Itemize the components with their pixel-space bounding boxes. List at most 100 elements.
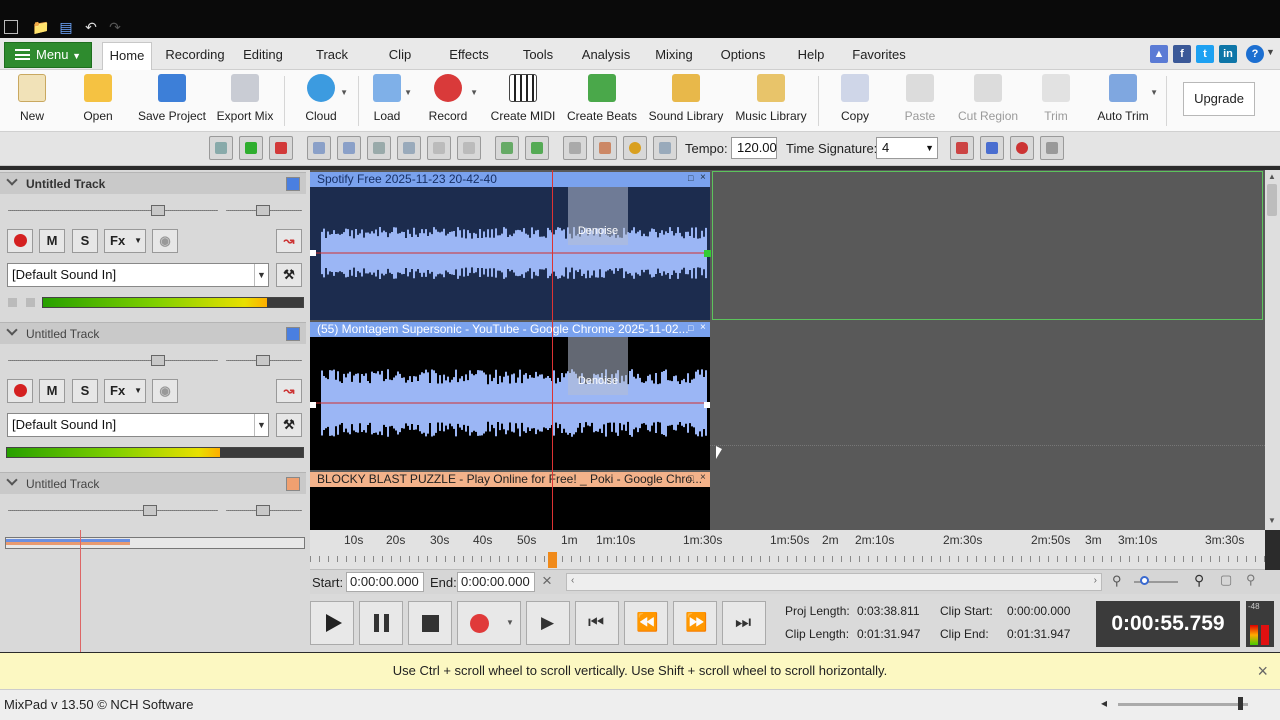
- vertical-scrollbar[interactable]: ▲ ▼: [1265, 170, 1280, 530]
- tab-options[interactable]: Options: [716, 42, 770, 70]
- denoise-overlay[interactable]: Denoise: [568, 187, 628, 245]
- master-volume-knob[interactable]: [1238, 697, 1243, 710]
- lock-icon[interactable]: □: [688, 323, 693, 333]
- scroll-right-icon[interactable]: ›: [1094, 575, 1097, 586]
- solo-button[interactable]: S: [72, 229, 98, 253]
- clip-handle[interactable]: [310, 402, 316, 408]
- zoom-fit-icon[interactable]: ▢: [1220, 572, 1232, 588]
- track-color-swatch[interactable]: [286, 327, 300, 341]
- playhead-marker[interactable]: [548, 552, 557, 568]
- open-folder-icon[interactable]: 📁: [32, 18, 50, 36]
- track-title[interactable]: Untitled Track: [26, 477, 99, 491]
- monitor-headphones-icon[interactable]: ◉: [152, 229, 178, 253]
- clip-waveform[interactable]: [310, 487, 710, 530]
- facebook-icon[interactable]: f: [1173, 45, 1191, 63]
- stop-button[interactable]: [408, 601, 452, 645]
- track-header[interactable]: Untitled Track: [0, 472, 306, 494]
- create-midi-button[interactable]: Create MIDI: [490, 74, 556, 130]
- zoom-slider-knob[interactable]: [1140, 576, 1149, 585]
- pan-knob[interactable]: [256, 505, 270, 516]
- fx-button[interactable]: Fx ▼: [104, 229, 146, 253]
- clip-waveform[interactable]: [310, 337, 710, 470]
- zoom-in-icon[interactable]: ⚲: [1194, 572, 1204, 589]
- load-button[interactable]: Load ▼: [372, 74, 412, 130]
- input-settings-wrench-icon[interactable]: ⚒: [276, 413, 302, 437]
- arm-record-button[interactable]: [7, 379, 33, 403]
- unlink-icon[interactable]: [457, 136, 481, 160]
- scrub-button[interactable]: ▶: [526, 601, 570, 645]
- close-clip-icon[interactable]: ×: [700, 322, 706, 333]
- track-header[interactable]: Untitled Track: [0, 172, 306, 194]
- remove-track-icon[interactable]: [269, 136, 293, 160]
- clip-title[interactable]: BLOCKY BLAST PUZZLE - Play Online for Fr…: [310, 472, 710, 487]
- solo-button[interactable]: S: [72, 379, 98, 403]
- close-hint-icon[interactable]: ×: [1257, 653, 1268, 689]
- volume-speaker-icon[interactable]: ◂: [1101, 696, 1107, 710]
- arm-record-button[interactable]: [7, 229, 33, 253]
- create-beats-button[interactable]: Create Beats: [566, 74, 638, 130]
- tab-mixing[interactable]: Mixing: [650, 42, 698, 70]
- volume-slider[interactable]: [8, 210, 218, 211]
- fade-icon[interactable]: [950, 136, 974, 160]
- volume-slider[interactable]: [8, 510, 218, 511]
- sound-library-button[interactable]: Sound Library: [648, 74, 724, 130]
- meter-toggle-icon[interactable]: [8, 298, 17, 307]
- volume-knob[interactable]: [151, 205, 165, 216]
- track-header[interactable]: Untitled Track: [0, 322, 306, 344]
- cloud-button[interactable]: Cloud ▼: [304, 74, 348, 130]
- tempo-input[interactable]: 120.00: [731, 137, 777, 159]
- redo-icon[interactable]: ↷: [106, 18, 124, 36]
- start-field[interactable]: 0:00:00.000: [346, 572, 424, 592]
- pan-knob[interactable]: [256, 205, 270, 216]
- link-icon[interactable]: [427, 136, 451, 160]
- play-button[interactable]: [310, 601, 354, 645]
- clip-waveform[interactable]: [310, 187, 710, 320]
- input-device-select[interactable]: [Default Sound In] ▼: [7, 263, 269, 287]
- track-color-swatch[interactable]: [286, 477, 300, 491]
- clip-handle[interactable]: [704, 250, 711, 257]
- split-icon[interactable]: [307, 136, 331, 160]
- join-icon[interactable]: [337, 136, 361, 160]
- close-clip-icon[interactable]: ×: [700, 172, 706, 183]
- tab-editing[interactable]: Editing: [236, 42, 290, 70]
- collapse-chevron-icon[interactable]: [6, 474, 18, 486]
- tab-clip[interactable]: Clip: [378, 42, 422, 70]
- trim-button[interactable]: Trim: [1040, 74, 1072, 130]
- scroll-up-icon[interactable]: ▲: [1268, 172, 1276, 181]
- mute-button[interactable]: M: [39, 229, 65, 253]
- export-mix-button[interactable]: Export Mix: [216, 74, 274, 130]
- zoom-out-icon[interactable]: ⚲: [1112, 573, 1122, 589]
- magnet-icon[interactable]: [1010, 136, 1034, 160]
- collapse-chevron-icon[interactable]: [6, 174, 18, 186]
- loop-icon[interactable]: [209, 136, 233, 160]
- input-device-select[interactable]: [Default Sound In] ▼: [7, 413, 269, 437]
- clip-handle[interactable]: [704, 402, 710, 408]
- paste-button[interactable]: Paste: [902, 74, 938, 130]
- save-icon[interactable]: ▤: [57, 18, 75, 36]
- meter-toggle-icon[interactable]: [26, 298, 35, 307]
- track-lane[interactable]: BLOCKY BLAST PUZZLE - Play Online for Fr…: [310, 470, 1265, 530]
- automation-icon[interactable]: ↝: [276, 229, 302, 253]
- beat-grid-icon[interactable]: [653, 136, 677, 160]
- input-settings-wrench-icon[interactable]: ⚒: [276, 263, 302, 287]
- clip-title[interactable]: (55) Montagem Supersonic - YouTube - Goo…: [310, 322, 710, 337]
- upgrade-button[interactable]: Upgrade: [1183, 82, 1255, 116]
- tab-analysis[interactable]: Analysis: [578, 42, 634, 70]
- tab-favorites[interactable]: Favorites: [848, 42, 910, 70]
- collapse-chevron-icon[interactable]: [6, 324, 18, 336]
- auto-trim-button[interactable]: Auto Trim ▼: [1094, 74, 1158, 130]
- grid-icon[interactable]: [367, 136, 391, 160]
- twitter-icon[interactable]: t: [1196, 45, 1214, 63]
- snap-icon[interactable]: [525, 136, 549, 160]
- thumbs-up-icon[interactable]: ▲: [1150, 45, 1168, 63]
- denoise-overlay[interactable]: Denoise: [568, 337, 628, 395]
- tab-tools[interactable]: Tools: [516, 42, 560, 70]
- clip-icon[interactable]: [397, 136, 421, 160]
- track-lane[interactable]: Spotify Free 2025-11-23 20-42-40 □ × Den…: [310, 170, 1265, 320]
- go-to-end-button[interactable]: ⏭: [722, 601, 766, 645]
- open-button[interactable]: Open: [80, 74, 116, 130]
- tab-help[interactable]: Help: [794, 42, 828, 70]
- tab-home[interactable]: Home: [102, 42, 152, 70]
- marker-icon[interactable]: [495, 136, 519, 160]
- clear-selection-icon[interactable]: ×: [542, 571, 552, 591]
